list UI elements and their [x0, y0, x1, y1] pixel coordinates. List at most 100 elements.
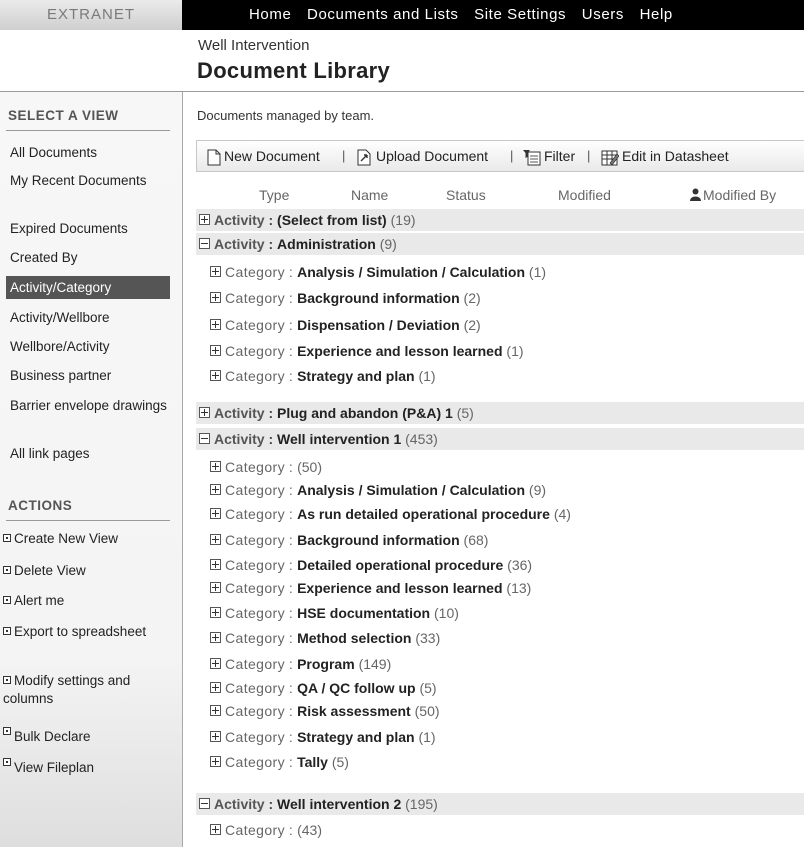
- expand-icon[interactable]: [210, 534, 221, 545]
- action-view-fileplan[interactable]: View Fileplan: [3, 758, 173, 777]
- group-field-label: Category: [225, 656, 286, 672]
- nav-link-home[interactable]: Home: [249, 6, 291, 23]
- nav-link-documents-and-lists[interactable]: Documents and Lists: [307, 6, 458, 23]
- action-alert-me[interactable]: Alert me: [3, 592, 173, 610]
- expand-icon[interactable]: [210, 607, 221, 618]
- column-header-modified-by[interactable]: Modified By: [690, 187, 776, 203]
- group-value: Well intervention 2: [277, 796, 402, 812]
- category-group-row[interactable]: Category : HSE documentation (10): [196, 602, 804, 624]
- new-document-button[interactable]: New Document: [207, 141, 320, 171]
- activity-group-row[interactable]: Activity : Administration (9): [196, 233, 804, 255]
- nav-link-users[interactable]: Users: [582, 6, 624, 23]
- view-activity-category[interactable]: Activity/Category: [6, 276, 170, 299]
- expand-icon[interactable]: [210, 345, 221, 356]
- action-bulk-declare[interactable]: Bulk Declare: [3, 727, 173, 746]
- view-all-link-pages[interactable]: All link pages: [10, 445, 170, 463]
- activity-group-row[interactable]: Activity : Well intervention 2 (195): [196, 793, 804, 815]
- nav-link-site-settings[interactable]: Site Settings: [474, 6, 566, 23]
- site-name[interactable]: Well Intervention: [198, 37, 309, 54]
- category-group-row[interactable]: Category : QA / QC follow up (5): [196, 677, 804, 699]
- expand-icon[interactable]: [210, 266, 221, 277]
- view-wellbore-activity[interactable]: Wellbore/Activity: [10, 338, 170, 356]
- expand-icon[interactable]: [210, 582, 221, 593]
- heading-divider: [6, 130, 170, 131]
- bullet-icon: [3, 566, 11, 574]
- filter-icon: [523, 149, 541, 166]
- category-group-row[interactable]: Category : Strategy and plan (1): [196, 726, 804, 748]
- group-value: Detailed operational procedure: [297, 557, 504, 573]
- category-group-row[interactable]: Category : Experience and lesson learned…: [196, 577, 804, 599]
- activity-group-row[interactable]: Activity : Well intervention 1 (453): [196, 428, 804, 450]
- view-expired-documents[interactable]: Expired Documents: [10, 220, 170, 238]
- category-group-row[interactable]: Category : Experience and lesson learned…: [196, 340, 804, 362]
- expand-icon[interactable]: [210, 658, 221, 669]
- upload-document-button[interactable]: Upload Document: [357, 141, 488, 171]
- category-group-row[interactable]: Category : Analysis / Simulation / Calcu…: [196, 479, 804, 501]
- group-field-label: Activity: [214, 796, 265, 812]
- category-group-row[interactable]: Category : Program (149): [196, 653, 804, 675]
- view-all-documents[interactable]: All Documents: [10, 144, 170, 162]
- collapse-icon[interactable]: [199, 798, 210, 809]
- filter-button[interactable]: Filter: [523, 141, 575, 171]
- expand-icon[interactable]: [210, 824, 221, 835]
- expand-icon[interactable]: [210, 682, 221, 693]
- new-document-icon: [207, 149, 221, 166]
- expand-icon[interactable]: [199, 214, 210, 225]
- expand-icon[interactable]: [210, 508, 221, 519]
- category-group-row[interactable]: Category : Tally (5): [196, 751, 804, 773]
- top-navigation-bar: EXTRANET Home Documents and Lists Site S…: [0, 0, 804, 30]
- view-my-recent-documents[interactable]: My Recent Documents: [10, 172, 170, 190]
- collapse-icon[interactable]: [199, 433, 210, 444]
- expand-icon[interactable]: [210, 319, 221, 330]
- expand-icon[interactable]: [210, 756, 221, 767]
- action-modify-settings-and-columns[interactable]: Modify settings and columns: [3, 672, 173, 708]
- expand-icon[interactable]: [210, 461, 221, 472]
- left-sidebar: SELECT A VIEW All Documents My Recent Do…: [0, 92, 183, 847]
- category-group-row[interactable]: Category : Dispensation / Deviation (2): [196, 314, 804, 336]
- action-export-to-spreadsheet[interactable]: Export to spreadsheet: [3, 623, 173, 641]
- group-value: Risk assessment: [297, 703, 411, 719]
- expand-icon[interactable]: [210, 484, 221, 495]
- view-barrier-envelope-drawings[interactable]: Barrier envelope drawings: [10, 397, 170, 415]
- category-group-row[interactable]: Category : Detailed operational procedur…: [196, 554, 804, 576]
- group-field-label: Category: [225, 368, 286, 384]
- expand-icon[interactable]: [210, 731, 221, 742]
- group-field-label: Category: [225, 729, 286, 745]
- view-business-partner[interactable]: Business partner: [10, 367, 170, 385]
- edit-in-datasheet-button[interactable]: Edit in Datasheet: [601, 141, 729, 171]
- activity-group-row[interactable]: Activity : (Select from list) (19): [196, 209, 804, 231]
- category-group-row[interactable]: Category : Risk assessment (50): [196, 700, 804, 722]
- group-count: (1): [528, 264, 547, 280]
- expand-icon[interactable]: [210, 370, 221, 381]
- category-group-row[interactable]: Category : (43): [196, 819, 804, 841]
- expand-icon[interactable]: [210, 632, 221, 643]
- top-nav-links: Home Documents and Lists Site Settings U…: [249, 0, 685, 30]
- category-group-row[interactable]: Category : Strategy and plan (1): [196, 365, 804, 387]
- nav-link-help[interactable]: Help: [640, 6, 673, 23]
- expand-icon[interactable]: [210, 705, 221, 716]
- upload-document-icon: [357, 149, 371, 166]
- group-value: (Select from list): [277, 212, 387, 228]
- action-create-new-view[interactable]: Create New View: [3, 530, 173, 548]
- expand-icon[interactable]: [199, 407, 210, 418]
- category-group-row[interactable]: Category : Background information (68): [196, 529, 804, 551]
- category-group-row[interactable]: Category : Background information (2): [196, 287, 804, 309]
- expand-icon[interactable]: [210, 292, 221, 303]
- collapse-icon[interactable]: [199, 238, 210, 249]
- column-header-status[interactable]: Status: [446, 187, 486, 203]
- group-field-label: Category: [225, 630, 286, 646]
- group-value: Tally: [297, 754, 328, 770]
- category-group-row[interactable]: Category : As run detailed operational p…: [196, 503, 804, 525]
- expand-icon[interactable]: [210, 559, 221, 570]
- column-header-type[interactable]: Type: [259, 187, 289, 203]
- category-group-row[interactable]: Category : Method selection (33): [196, 627, 804, 649]
- activity-group-row[interactable]: Activity : Plug and abandon (P&A) 1 (5): [196, 402, 804, 424]
- action-delete-view[interactable]: Delete View: [3, 562, 173, 580]
- view-created-by[interactable]: Created By: [10, 249, 170, 267]
- group-label-colon: :: [268, 796, 274, 812]
- category-group-row[interactable]: Category : (50): [196, 456, 804, 478]
- column-header-name[interactable]: Name: [351, 187, 388, 203]
- category-group-row[interactable]: Category : Analysis / Simulation / Calcu…: [196, 261, 804, 283]
- column-header-modified[interactable]: Modified: [558, 187, 611, 203]
- view-activity-wellbore[interactable]: Activity/Wellbore: [10, 309, 170, 327]
